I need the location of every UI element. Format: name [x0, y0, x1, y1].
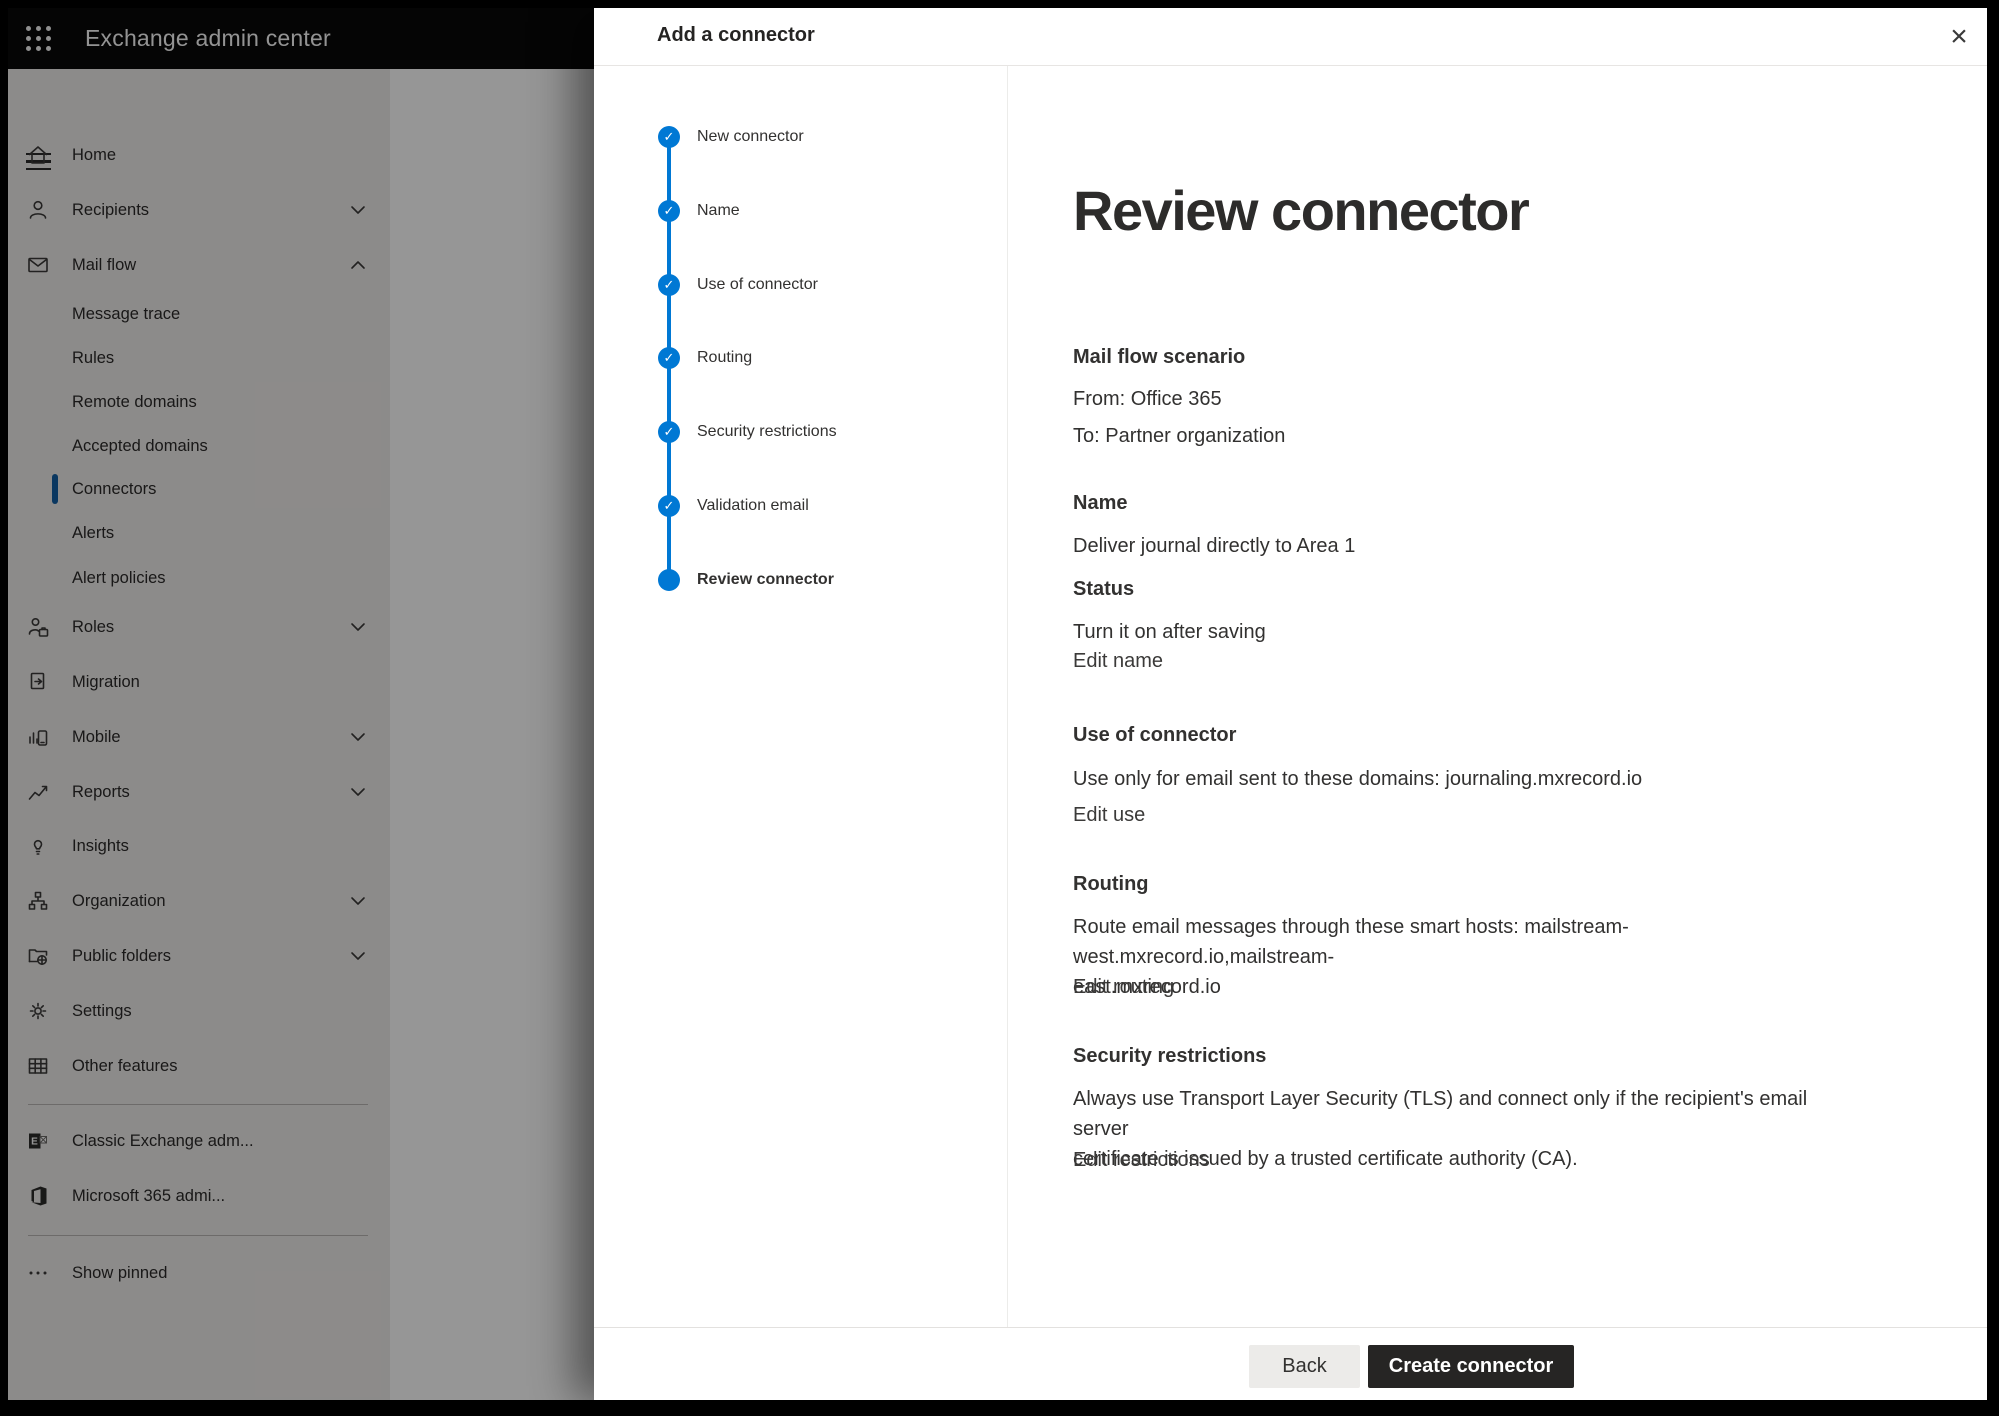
edit-name-link[interactable]: Edit name: [1073, 646, 1863, 676]
section-heading-mail-flow: Mail flow scenario: [1073, 342, 1863, 372]
review-title: Review connector: [1073, 180, 1973, 242]
section-heading-name: Name: [1073, 488, 1863, 518]
wizard-step-use-of-connector[interactable]: Use of connector: [697, 276, 818, 294]
section-heading-status: Status: [1073, 574, 1863, 604]
wizard-step-routing[interactable]: Routing: [697, 349, 752, 367]
app-window: Exchange admin center HomeRecipientsMail…: [8, 8, 1987, 1400]
wizard-step-validation-email[interactable]: Validation email: [697, 497, 809, 515]
wizard-step-review-connector[interactable]: Review connector: [697, 571, 834, 589]
wizard-step-new-connector[interactable]: New connector: [697, 128, 804, 146]
section-heading-use: Use of connector: [1073, 720, 1863, 750]
step-complete-check-icon: ✓: [658, 347, 680, 369]
routing-value-line1: Route email messages through these smart…: [1073, 916, 1629, 968]
step-complete-check-icon: ✓: [658, 495, 680, 517]
panel-column-divider: [1007, 66, 1008, 1327]
step-complete-check-icon: ✓: [658, 421, 680, 443]
name-value: Deliver journal directly to Area 1: [1073, 531, 1863, 561]
step-current-dot-icon: [658, 569, 680, 591]
create-connector-button[interactable]: Create connector: [1368, 1345, 1574, 1388]
edit-use-link[interactable]: Edit use: [1073, 800, 1863, 830]
modal-dim-overlay: [8, 8, 594, 1400]
step-complete-check-icon: ✓: [658, 126, 680, 148]
edit-routing-link[interactable]: Edit routing: [1073, 972, 1863, 1002]
mail-flow-from: From: Office 365: [1073, 384, 1863, 414]
panel-footer: Back Create connector: [594, 1327, 1987, 1400]
section-heading-security: Security restrictions: [1073, 1041, 1863, 1071]
use-value: Use only for email sent to these domains…: [1073, 764, 1863, 794]
wizard-step-security-restrictions[interactable]: Security restrictions: [697, 423, 837, 441]
section-heading-routing: Routing: [1073, 869, 1863, 899]
close-icon[interactable]: ×: [1938, 16, 1980, 58]
security-value-line1: Always use Transport Layer Security (TLS…: [1073, 1088, 1807, 1140]
mail-flow-to: To: Partner organization: [1073, 421, 1863, 451]
status-value: Turn it on after saving: [1073, 617, 1863, 647]
step-complete-check-icon: ✓: [658, 200, 680, 222]
edit-restrictions-link[interactable]: Edit restrictions: [1073, 1145, 1863, 1175]
step-complete-check-icon: ✓: [658, 274, 680, 296]
panel-header: Add a connector ×: [594, 8, 1987, 66]
back-button[interactable]: Back: [1249, 1345, 1360, 1388]
add-connector-panel: Add a connector × ✓ New connector ✓ Name ✓ Us…: [594, 8, 1987, 1400]
wizard-step-name[interactable]: Name: [697, 202, 740, 220]
panel-title: Add a connector: [657, 24, 815, 47]
